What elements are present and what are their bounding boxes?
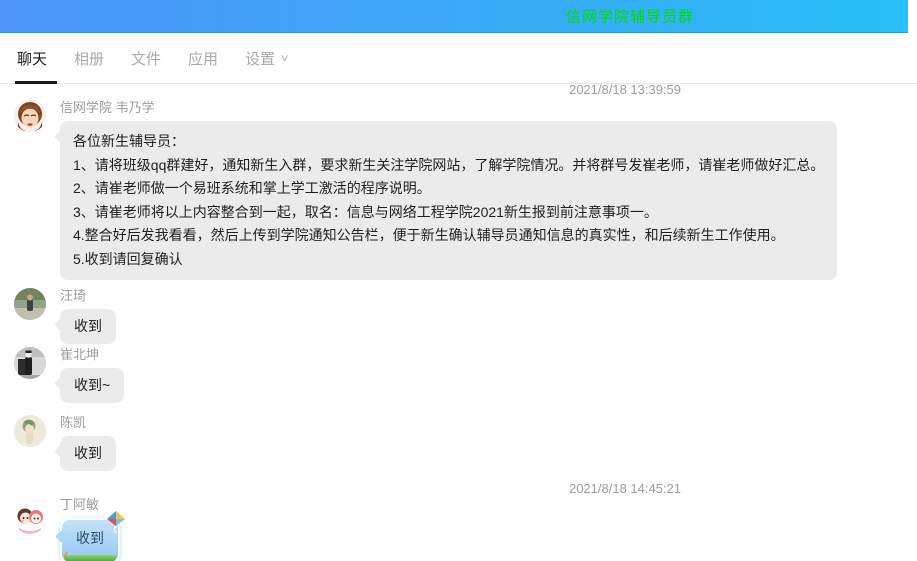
tab-apps[interactable]: 应用 (188, 33, 218, 84)
illustration-avatar-icon (14, 415, 46, 447)
sender-name: 陈凯 (60, 415, 917, 431)
message-bubble[interactable]: 收到~ (60, 368, 124, 403)
message-line: 5.收到请回复确认 (73, 248, 824, 272)
group-title: 信网学院辅导员群 (566, 6, 694, 27)
tab-settings-label: 设置 (245, 48, 275, 69)
message-dingamin: 丁阿敏 收到 (0, 497, 917, 561)
avatar[interactable] (14, 347, 46, 379)
title-bar: 信网学院辅导员群 (0, 0, 908, 33)
outdoor-photo-avatar-icon (14, 288, 46, 320)
sender-name: 信网学院 韦乃学 (60, 100, 917, 116)
tab-files-label: 文件 (131, 48, 161, 69)
tab-bar: 聊天 相册 文件 应用 设置 ∨ (0, 33, 917, 84)
tab-settings[interactable]: 设置 ∨ (245, 33, 288, 84)
cartoon-couple-avatar-icon (14, 502, 46, 534)
message-wangqi: 汪琦 收到 (0, 288, 917, 344)
message-text: 收到~ (74, 377, 110, 393)
grass-decoration-icon (63, 555, 117, 561)
sender-name: 崔北坤 (60, 347, 917, 363)
avatar[interactable] (14, 415, 46, 447)
message-line: 2、请崔老师做一个易班系统和掌上学工激活的程序说明。 (73, 177, 824, 201)
message-line: 3、请崔老师将以上内容整合到一起，取名：信息与网络工程学院2021新生报到前注意… (73, 201, 824, 225)
themed-message-bubble[interactable]: 收到 (60, 518, 120, 561)
chevron-down-icon: ∨ (280, 53, 290, 64)
timestamp: 2021/8/18 13:39:59 (569, 82, 681, 97)
message-bubble[interactable]: 各位新生辅导员： 1、请将班级qq群建好，通知新生入群，要求新生关注学院网站，了… (60, 121, 837, 280)
timestamp: 2021/8/18 14:45:21 (569, 481, 681, 496)
message-cuibeikun: 崔北坤 收到~ (0, 347, 917, 403)
sender-name: 汪琦 (60, 288, 917, 304)
message-text: 收到 (74, 318, 102, 334)
message-weinaixue: 信网学院 韦乃学 各位新生辅导员： 1、请将班级qq群建好，通知新生入群，要求新… (0, 100, 917, 280)
message-bubble[interactable]: 收到 (60, 309, 116, 344)
group-chat-window: 信网学院辅导员群 聊天 相册 文件 应用 设置 ∨ 2021/8/18 13:3… (0, 0, 917, 561)
tab-album[interactable]: 相册 (74, 33, 104, 84)
tab-chat-label: 聊天 (17, 48, 47, 69)
message-line: 各位新生辅导员： (73, 130, 824, 154)
sender-name: 丁阿敏 (60, 497, 917, 513)
tab-files[interactable]: 文件 (131, 33, 161, 84)
cartoon-woman-avatar-icon (14, 100, 46, 132)
message-text: 收到 (76, 530, 104, 546)
avatar[interactable] (14, 288, 46, 320)
avatar[interactable] (14, 502, 46, 534)
tab-chat[interactable]: 聊天 (17, 33, 47, 84)
message-text: 收到 (74, 445, 102, 461)
avatar[interactable] (14, 100, 46, 132)
kite-icon (105, 510, 127, 534)
message-chenkai: 陈凯 收到 (0, 415, 917, 471)
message-bubble[interactable]: 收到 (60, 436, 116, 471)
tab-apps-label: 应用 (188, 48, 218, 69)
message-line: 4.整合好后发我看看，然后上传到学院通知公告栏，便于新生确认辅导员通知信息的真实… (73, 224, 824, 248)
message-line: 1、请将班级qq群建好，通知新生入群，要求新生关注学院网站，了解学院情况。并将群… (73, 154, 824, 178)
tab-album-label: 相册 (74, 48, 104, 69)
paper-plane-icon (52, 551, 68, 561)
bw-photo-avatar-icon (14, 347, 46, 379)
